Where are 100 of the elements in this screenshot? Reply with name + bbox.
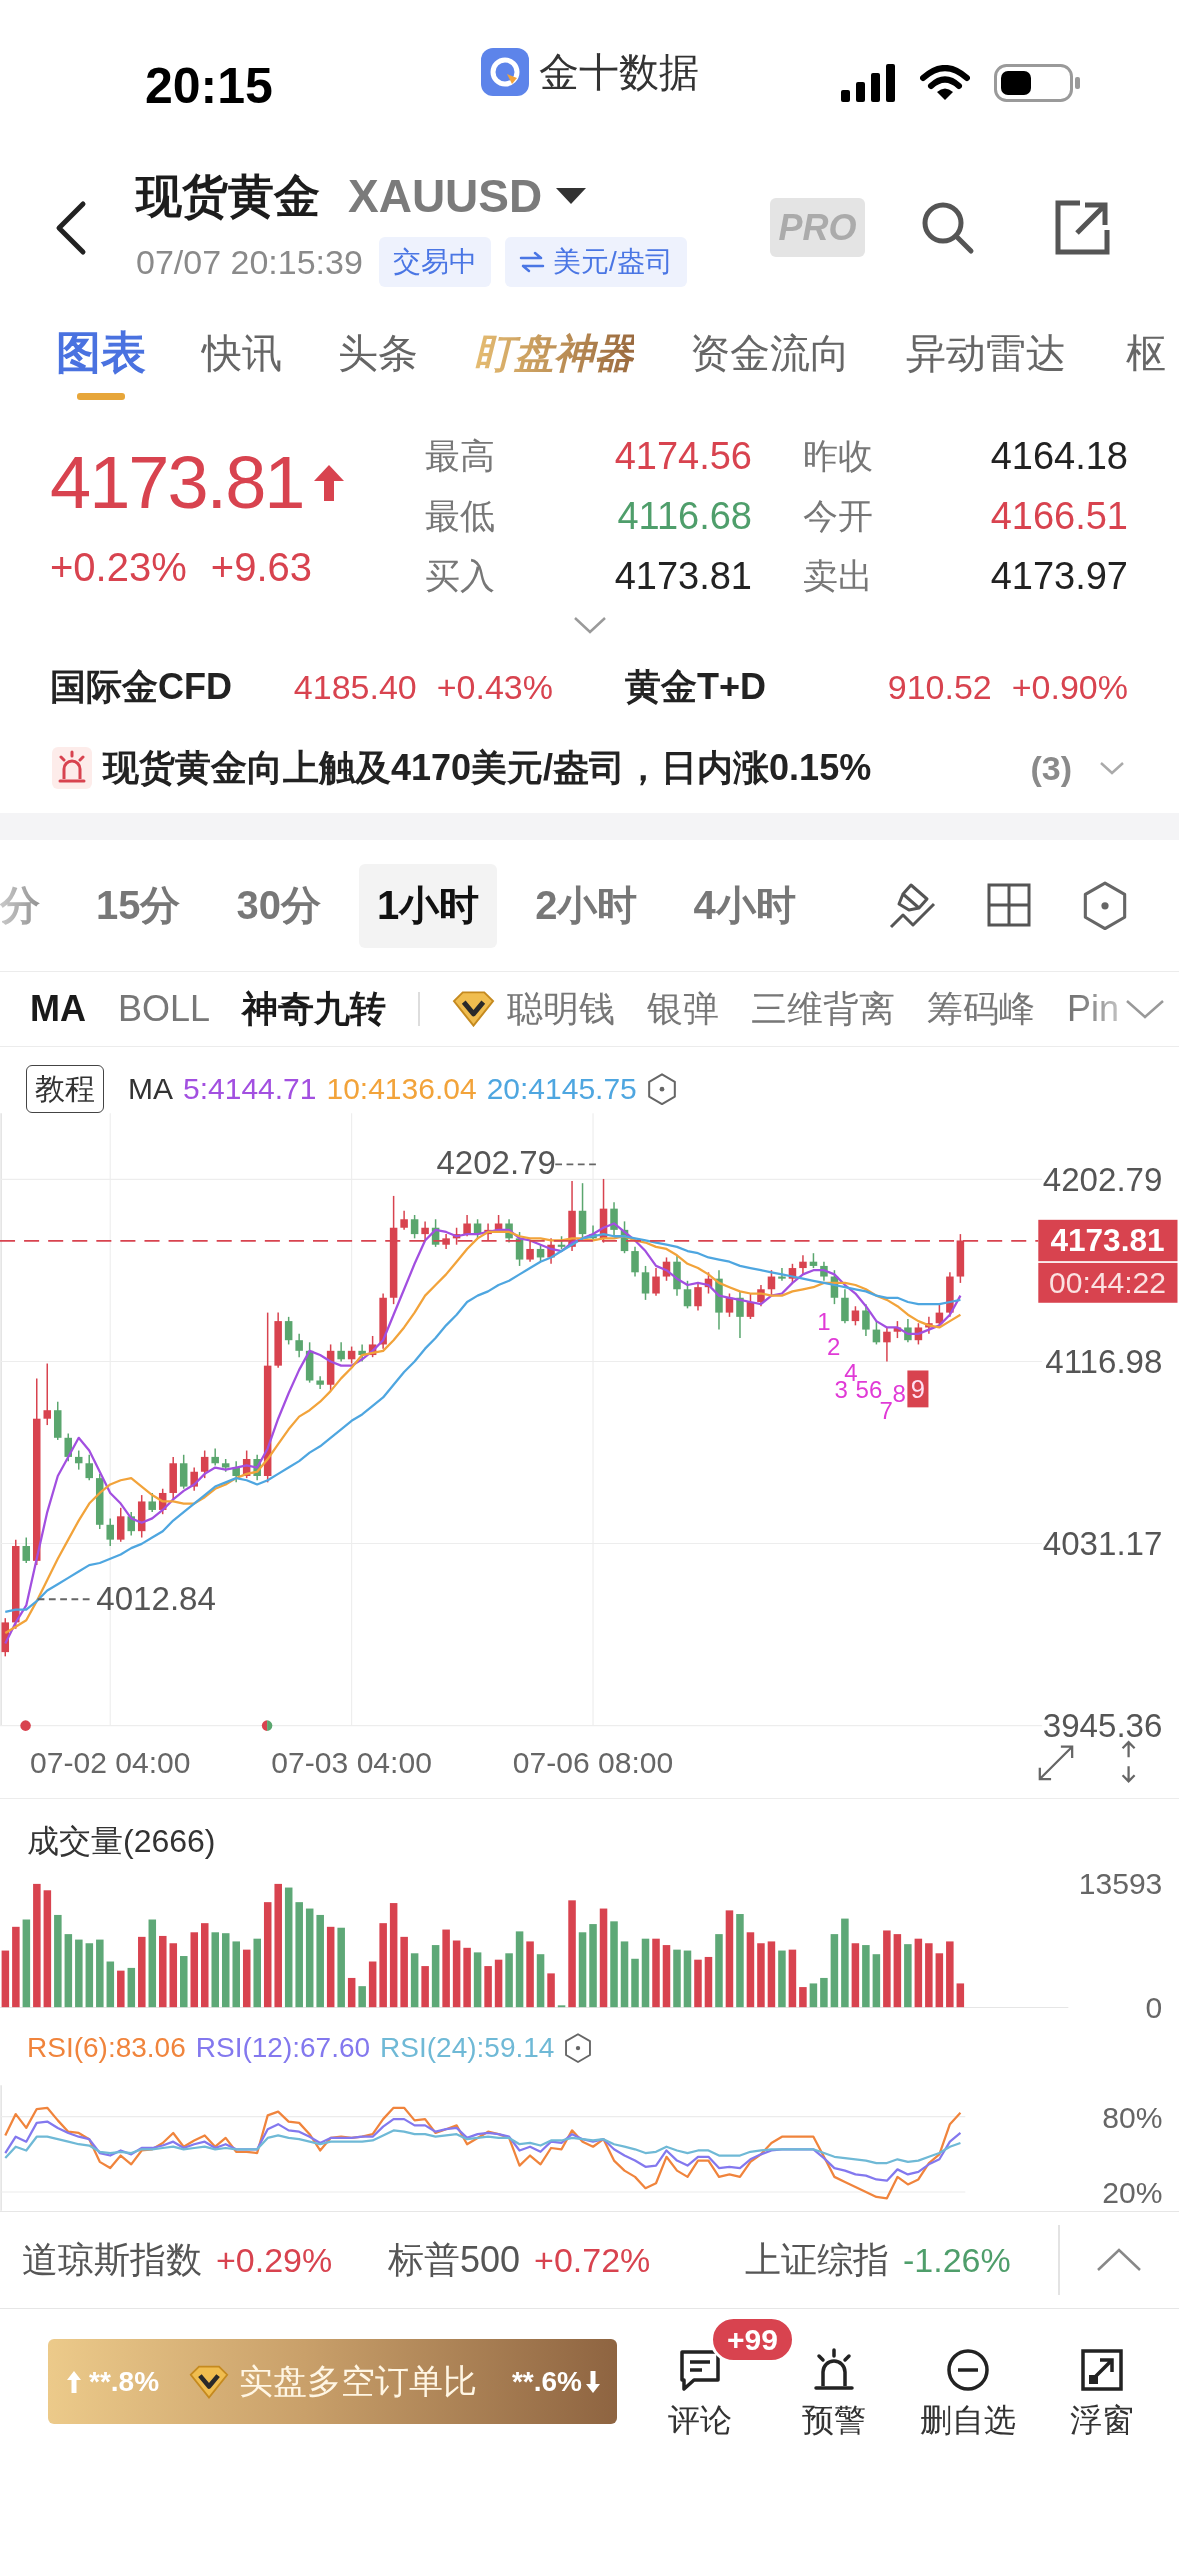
candle: [337, 1341, 345, 1363]
volume-axis-label: 0: [1145, 1990, 1163, 2018]
timestamp: 07/07 20:15:39: [136, 241, 363, 283]
candle: [169, 1456, 177, 1501]
indicator-tab[interactable]: Pin: [1067, 987, 1120, 1031]
tab[interactable]: 枢: [1122, 328, 1170, 400]
index-name[interactable]: 上证综指: [745, 2238, 889, 2282]
candle: [557, 1235, 566, 1250]
candle: [841, 1288, 849, 1324]
indicator-tab[interactable]: 神奇九转: [242, 987, 387, 1031]
tutorial-button[interactable]: 教程: [26, 1065, 104, 1113]
tab[interactable]: 异动雷达: [906, 328, 1066, 400]
expand-icon[interactable]: [1038, 1745, 1074, 1781]
sequence-number: 7: [879, 1396, 893, 1424]
hexagon-icon[interactable]: [646, 1072, 677, 1106]
related-price: 4185.40: [293, 667, 417, 708]
candle: [43, 1362, 51, 1426]
indicator-tab[interactable]: 三维背离: [751, 987, 896, 1031]
tab[interactable]: 图表: [56, 328, 146, 400]
legend-label: MA: [128, 1071, 173, 1107]
hexagon-icon[interactable]: [1082, 880, 1128, 931]
related-name[interactable]: 国际金CFD: [50, 665, 232, 709]
clock: 20:15: [145, 58, 273, 114]
stat-label: 今开: [803, 495, 873, 537]
hexagon-icon[interactable]: [564, 2032, 593, 2064]
indicator-tab[interactable]: 银弹: [647, 987, 720, 1031]
index-name[interactable]: 道琼斯指数: [22, 2238, 202, 2282]
chevron-down-icon[interactable]: [572, 616, 607, 634]
tab[interactable]: 资金流向: [690, 328, 850, 400]
count-badge: +99: [710, 2316, 795, 2363]
index-name[interactable]: 标普500: [388, 2238, 521, 2282]
last-price: 4173.81: [50, 443, 304, 523]
indicator-tab[interactable]: 聪明钱: [507, 987, 616, 1031]
indicator-tab[interactable]: BOLL: [118, 987, 211, 1031]
stat-label: 卖出: [803, 555, 873, 597]
search-icon[interactable]: [920, 200, 975, 255]
stat-value: 4164.18: [990, 434, 1128, 478]
candle: [925, 1316, 933, 1335]
candle: [893, 1320, 902, 1339]
candle: [95, 1473, 104, 1530]
ratio-value: **.6%: [511, 2365, 582, 2398]
remove-watchlist-button[interactable]: 删自选: [901, 2309, 1035, 2440]
candle: [368, 1335, 377, 1358]
instrument-title: 现货黄金: [136, 168, 320, 224]
chevron-down-icon[interactable]: [1125, 999, 1166, 1019]
legend-value: 20:4145.75: [486, 1071, 637, 1107]
pen-icon[interactable]: [889, 882, 936, 929]
chevron-up-icon[interactable]: [1095, 2248, 1142, 2272]
float-window-button[interactable]: 浮窗: [1035, 2309, 1169, 2440]
legend-value: RSI(6):83.06: [27, 2031, 186, 2065]
related-change: +0.90%: [1011, 667, 1128, 708]
vertical-arrows-icon[interactable]: [1121, 1740, 1136, 1783]
indicator-tab[interactable]: 筹码峰: [927, 987, 1036, 1031]
caret-icon[interactable]: [556, 187, 587, 204]
candle: [158, 1488, 167, 1515]
sequence-number: 8: [892, 1380, 906, 1408]
timeframe-tab[interactable]: 1小时: [359, 863, 498, 948]
candle: [326, 1343, 335, 1392]
volume-title: 成交量(2666): [27, 1822, 216, 1861]
candle: [242, 1449, 251, 1479]
candle: [641, 1265, 650, 1301]
candle: [274, 1311, 282, 1369]
time-axis-label: 07-06 08:00: [512, 1746, 674, 1779]
candle: [935, 1303, 944, 1327]
stat-value: 4116.68: [617, 494, 752, 538]
change-value: +9.63: [210, 545, 312, 589]
candle: [284, 1316, 293, 1346]
tab[interactable]: 头条: [338, 328, 418, 400]
related-name[interactable]: 黄金T+D: [625, 665, 766, 709]
candle: [568, 1180, 576, 1252]
timeframe-tab[interactable]: 4小时: [675, 863, 814, 948]
square-arrow-icon[interactable]: [1055, 200, 1110, 255]
candle: [767, 1269, 776, 1297]
candle: [547, 1237, 555, 1265]
app-logo-icon: [480, 48, 529, 96]
grid-icon[interactable]: [987, 883, 1031, 928]
stat-value: 4173.97: [990, 554, 1128, 598]
candle: [757, 1284, 765, 1307]
price-axis-label: 4031.17: [1042, 1524, 1163, 1562]
candle: [526, 1239, 534, 1263]
candle: [54, 1401, 62, 1441]
price-axis-label: 3945.36: [1042, 1706, 1163, 1744]
up-arrow-icon: [313, 465, 344, 501]
timeframe-tab[interactable]: 15分: [78, 863, 199, 948]
timeframe-tab[interactable]: 2小时: [517, 863, 656, 948]
candle: [347, 1345, 356, 1365]
low-price-label: 4012.84: [96, 1580, 216, 1618]
index-change: +0.29%: [216, 2240, 333, 2281]
candle: [862, 1303, 870, 1337]
alert-message[interactable]: 现货黄金向上触及4170美元/盎司，日内涨0.15%: [103, 746, 872, 790]
indicator-tab[interactable]: MA: [30, 987, 86, 1031]
candle: [683, 1280, 692, 1310]
candle: [946, 1271, 954, 1318]
change-percent: +0.23%: [50, 545, 187, 589]
tab[interactable]: 快讯: [202, 328, 282, 400]
candle: [431, 1218, 440, 1248]
instrument-symbol[interactable]: XAUUSD: [348, 167, 543, 224]
timeframe-tab[interactable]: 30分: [218, 863, 339, 948]
status-badge[interactable]: 美元/盎司: [504, 236, 687, 287]
long-short-ratio-button[interactable]: **.8% 实盘多空订单比 **.6%: [48, 2339, 617, 2424]
